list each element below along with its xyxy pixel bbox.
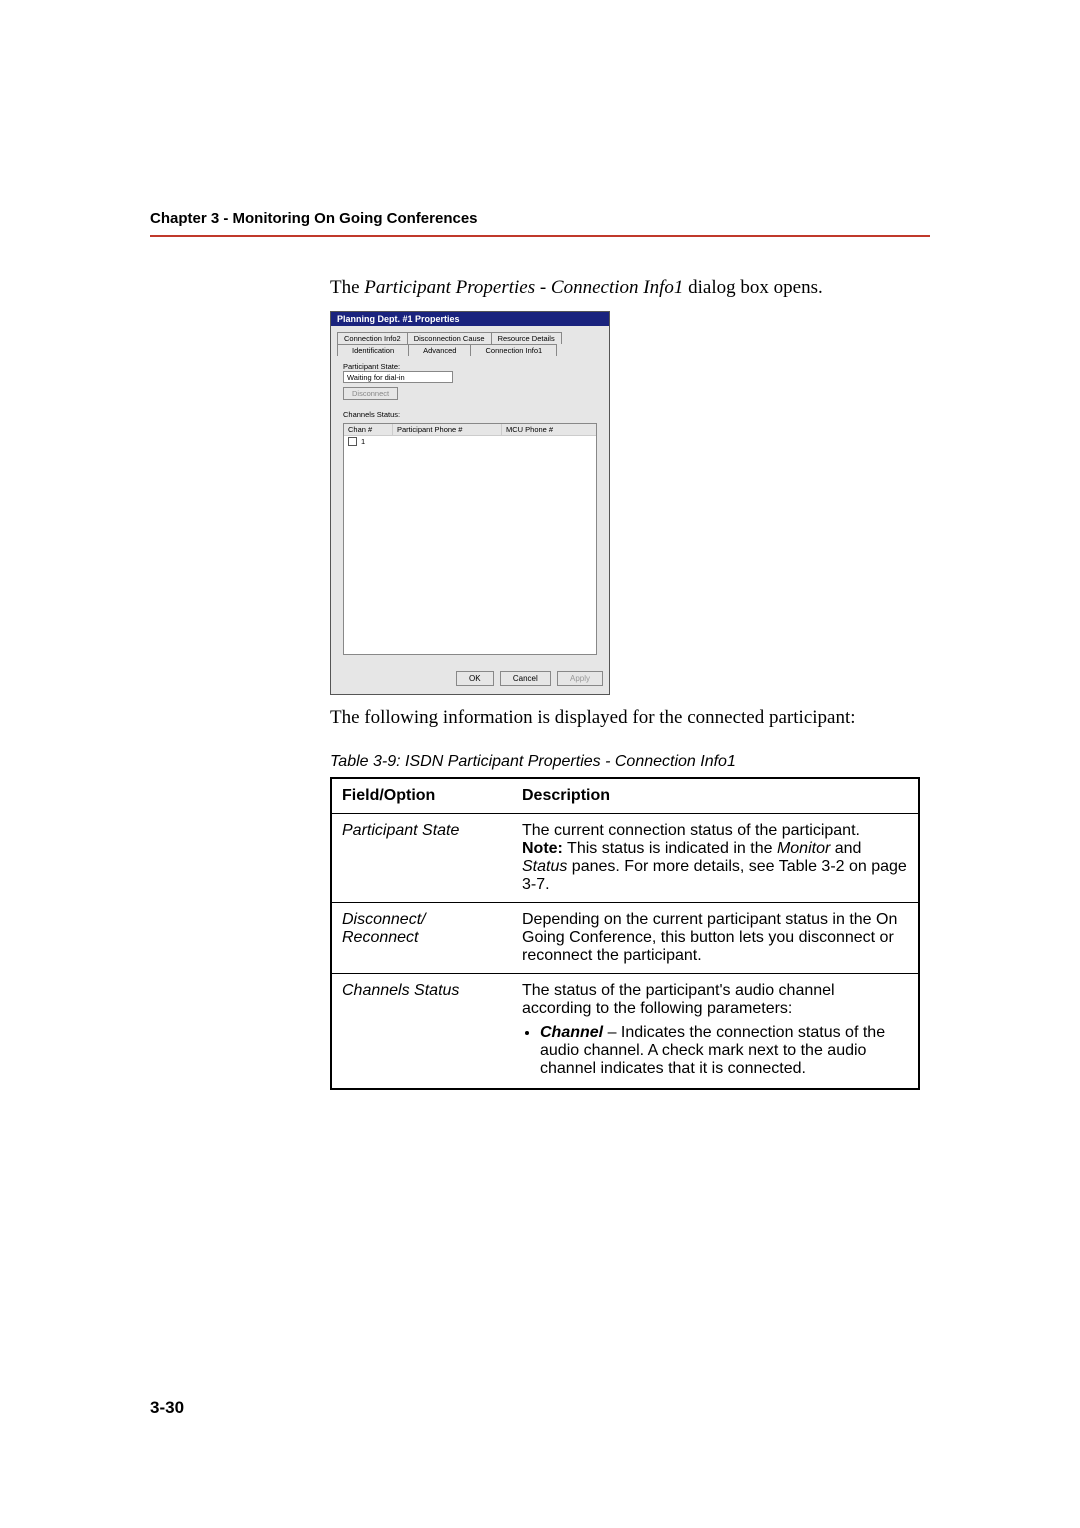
cell-desc: Depending on the current participant sta… — [512, 903, 919, 974]
intro-post: dialog box opens. — [683, 277, 822, 298]
row0-tail: panes. For more details, see Table 3-2 o… — [522, 858, 907, 893]
row2-bullet: Channel – Indicates the connection statu… — [540, 1024, 908, 1078]
cancel-button[interactable]: Cancel — [500, 671, 551, 686]
intro-pre: The — [330, 277, 364, 298]
participant-state-label: Participant State: — [343, 362, 597, 371]
row2-intro: The status of the participant's audio ch… — [522, 982, 835, 1017]
table-row: Disconnect/ Reconnect Depending on the c… — [331, 903, 919, 974]
tab-advanced[interactable]: Advanced — [408, 344, 471, 356]
header-rule — [150, 235, 930, 237]
row0-note-label: Note: — [522, 840, 563, 857]
disconnect-button[interactable]: Disconnect — [343, 387, 398, 400]
dialog-screenshot: Planning Dept. #1 Properties Connection … — [330, 311, 930, 695]
intro-sentence: The Participant Properties - Connection … — [330, 277, 930, 299]
col-mcu-phone: MCU Phone # — [502, 424, 596, 435]
row2-bullet-strong: Channel — [540, 1024, 603, 1041]
cell-field: Participant State — [331, 814, 512, 903]
cell-field: Channels Status — [331, 974, 512, 1090]
row0-em1: Monitor — [777, 840, 830, 857]
th-desc: Description — [512, 778, 919, 814]
th-field: Field/Option — [331, 778, 512, 814]
tab-resource-details[interactable]: Resource Details — [491, 332, 562, 344]
dialog-window: Planning Dept. #1 Properties Connection … — [330, 311, 610, 695]
table-caption: Table 3-9: ISDN Participant Properties -… — [330, 753, 930, 771]
cell-desc: The status of the participant's audio ch… — [512, 974, 919, 1090]
col-participant-phone: Participant Phone # — [393, 424, 502, 435]
channels-status-table: Chan # Participant Phone # MCU Phone # 1 — [343, 423, 597, 655]
col-chan: Chan # — [344, 424, 393, 435]
page-number: 3-30 — [150, 1398, 184, 1418]
row0-em2: Status — [522, 858, 567, 875]
cell-desc: The current connection status of the par… — [512, 814, 919, 903]
ok-button[interactable]: OK — [456, 671, 494, 686]
participant-state-value: Waiting for dial-in — [343, 371, 453, 383]
row0-line1: The current connection status of the par… — [522, 822, 860, 839]
properties-table: Field/Option Description Participant Sta… — [330, 777, 920, 1090]
chapter-header: Chapter 3 - Monitoring On Going Conferen… — [150, 210, 930, 227]
tab-connection-info2[interactable]: Connection Info2 — [337, 332, 408, 344]
after-screenshot-text: The following information is displayed f… — [330, 707, 930, 729]
channels-table-head: Chan # Participant Phone # MCU Phone # — [344, 424, 596, 436]
row0-mid2: and — [830, 840, 861, 857]
table-row: Participant State The current connection… — [331, 814, 919, 903]
row0-mid1: This status is indicated in the — [563, 840, 777, 857]
channels-status-label: Channels Status: — [343, 410, 597, 419]
tab-disconnection-cause[interactable]: Disconnection Cause — [407, 332, 492, 344]
table-row: Channels Status The status of the partic… — [331, 974, 919, 1090]
tab-identification[interactable]: Identification — [337, 344, 409, 356]
dialog-titlebar: Planning Dept. #1 Properties — [331, 312, 609, 326]
channel-checkbox-icon — [348, 437, 357, 446]
channel-number: 1 — [361, 437, 365, 446]
apply-button[interactable]: Apply — [557, 671, 603, 686]
tab-connection-info1[interactable]: Connection Info1 — [470, 344, 557, 356]
cell-field: Disconnect/ Reconnect — [331, 903, 512, 974]
channels-table-row: 1 — [344, 436, 596, 447]
intro-dialog-name: Participant Properties - Connection Info… — [364, 277, 683, 298]
row2-bullets: Channel – Indicates the connection statu… — [540, 1024, 908, 1078]
